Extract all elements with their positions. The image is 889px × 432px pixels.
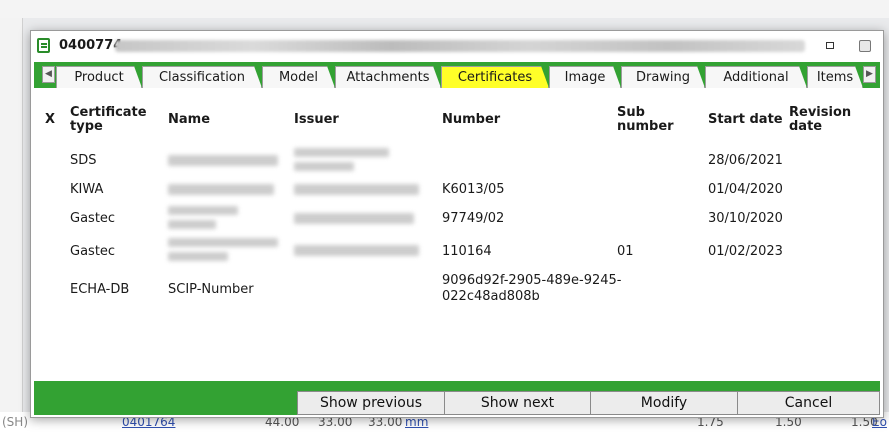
row-4-sub-number: 01 <box>617 244 634 259</box>
row-3-type: Gastec <box>70 211 116 226</box>
redacted-name <box>168 206 238 215</box>
redacted-issuer <box>294 213 414 224</box>
background-left-panel <box>0 18 23 432</box>
row-4-start-date: 01/02/2023 <box>708 244 783 259</box>
column-header-number[interactable]: Number <box>442 113 500 127</box>
column-header-name[interactable]: Name <box>168 113 210 127</box>
tab-certificates[interactable]: Certificates <box>441 66 549 88</box>
row-2-type: KIWA <box>70 182 104 197</box>
row-2-start-date: 01/04/2020 <box>708 182 783 197</box>
tab-attachments[interactable]: Attachments <box>335 66 441 88</box>
form-icon <box>37 38 50 53</box>
column-header-certificate-type[interactable]: Certificate type <box>70 106 150 134</box>
tab-bar: ◀ Product Classification Model Attachmen… <box>34 62 880 88</box>
tab-drawing[interactable]: Drawing <box>621 66 705 88</box>
redacted-issuer <box>294 184 419 195</box>
redacted-name <box>168 220 216 229</box>
row-5-number: 9096d92f-2905-489e-9245-022c48ad808b <box>442 273 622 304</box>
tab-scroll-right-icon[interactable]: ▶ <box>863 66 876 83</box>
redacted-issuer <box>294 162 354 171</box>
cancel-button[interactable]: Cancel <box>737 391 880 415</box>
modify-button[interactable]: Modify <box>590 391 738 415</box>
redacted-name <box>168 238 278 247</box>
dialog-title: 0400774 <box>59 38 123 53</box>
column-header-sub-number[interactable]: Sub number <box>617 106 677 134</box>
show-next-button[interactable]: Show next <box>444 391 591 415</box>
certificates-table: X Certificate type Name Issuer Number Su… <box>34 88 880 381</box>
row-2-number: K6013/05 <box>442 182 505 197</box>
close-icon[interactable]: ✕ <box>857 38 875 54</box>
column-header-start-date[interactable]: Start date <box>708 113 783 127</box>
tab-image[interactable]: Image <box>549 66 621 88</box>
row-1-type: SDS <box>70 153 97 168</box>
redacted-name <box>168 252 228 261</box>
background-side-text: (SH) <box>2 415 29 429</box>
row-4-type: Gastec <box>70 244 116 259</box>
redacted-name <box>168 184 274 195</box>
row-3-number: 97749/02 <box>442 211 505 226</box>
button-bar: Show previous Show next Modify Cancel <box>34 381 880 415</box>
column-header-x[interactable]: X <box>45 113 55 127</box>
tab-model[interactable]: Model <box>262 66 335 88</box>
certificates-dialog: 0400774 ✕ ◀ Product Classification Model… <box>30 30 884 418</box>
redacted-name <box>168 155 278 166</box>
background-toolbar <box>0 0 889 18</box>
row-4-number: 110164 <box>442 244 492 259</box>
column-header-issuer[interactable]: Issuer <box>294 113 339 127</box>
row-5-type: ECHA-DB <box>70 282 130 297</box>
column-header-revision-date[interactable]: Revision date <box>789 106 851 134</box>
tab-items[interactable]: Items <box>807 66 863 88</box>
tab-classification[interactable]: Classification <box>142 66 262 88</box>
redacted-issuer <box>294 245 419 256</box>
show-previous-button[interactable]: Show previous <box>297 391 445 415</box>
tab-product[interactable]: Product <box>56 66 142 88</box>
dialog-titlebar: 0400774 ✕ <box>31 31 883 61</box>
row-5-name: SCIP-Number <box>168 282 254 297</box>
row-1-start-date: 28/06/2021 <box>708 153 783 168</box>
redacted-issuer <box>294 148 389 157</box>
tab-additional[interactable]: Additional <box>705 66 807 88</box>
redacted-title-text <box>115 40 805 52</box>
tab-scroll-left-icon[interactable]: ◀ <box>42 66 55 83</box>
row-3-start-date: 30/10/2020 <box>708 211 783 226</box>
maximize-icon[interactable] <box>822 38 840 54</box>
